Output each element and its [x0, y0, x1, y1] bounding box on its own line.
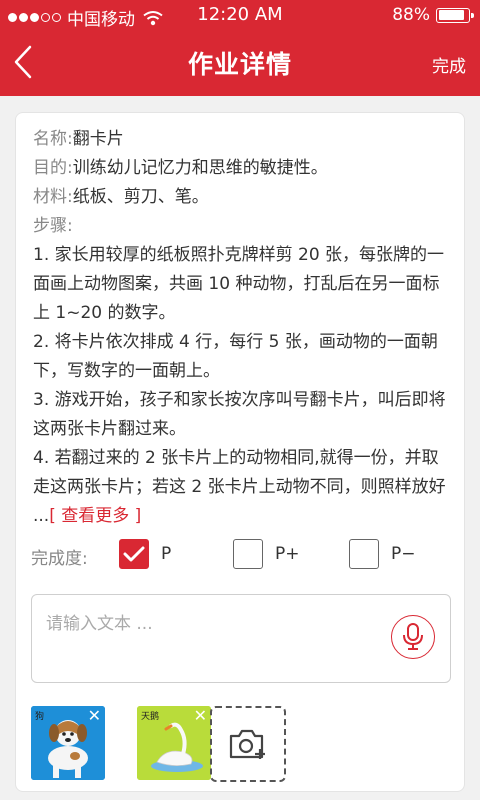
add-photo-button[interactable] — [210, 706, 286, 782]
checkbox-p-plus[interactable] — [233, 539, 263, 569]
done-button[interactable]: 完成 — [432, 52, 466, 77]
photo-thumbnail-dog[interactable]: 狗 ✕ — [31, 706, 105, 780]
material-value: 纸板、剪刀、笔。 — [72, 187, 209, 207]
name-label: 名称: — [33, 129, 73, 149]
option-label-p-plus: P+ — [275, 544, 300, 564]
camera-add-icon — [229, 729, 265, 759]
comment-input[interactable] — [46, 609, 386, 669]
page-title: 作业详情 — [187, 50, 292, 79]
option-label-p: P — [161, 544, 172, 564]
photo-caption-dog: 狗 — [35, 712, 45, 722]
completion-option-p-minus[interactable]: P− — [349, 539, 416, 569]
material-label: 材料: — [33, 187, 73, 207]
microphone-button[interactable] — [391, 615, 435, 659]
goal-row: 目的:训练幼儿记忆力和思维的敏捷性。 — [33, 154, 453, 183]
name-value: 翻卡片 — [72, 129, 124, 149]
top-bar: 中国移动 12:20 AM 88% 作业详情 完成 — [0, 0, 480, 96]
option-label-p-minus: P− — [391, 544, 416, 564]
homework-detail-card: 名称:翻卡片 目的:训练幼儿记忆力和思维的敏捷性。 材料:纸板、剪刀、笔。 步骤… — [15, 112, 465, 792]
steps-text: 1. 家长用较厚的纸板照扑克牌样剪 20 张，每张牌的一面画上动物图案，共画 1… — [33, 245, 446, 526]
completion-option-p[interactable]: P — [119, 539, 171, 569]
text-input-box — [31, 594, 451, 683]
battery-icon — [436, 7, 474, 23]
material-row: 材料:纸板、剪刀、笔。 — [33, 183, 453, 212]
checkbox-p[interactable] — [119, 539, 149, 569]
remove-photo-button[interactable]: ✕ — [194, 708, 207, 724]
status-right: 88% — [392, 5, 474, 25]
detail-content: 名称:翻卡片 目的:训练幼儿记忆力和思维的敏捷性。 材料:纸板、剪刀、笔。 步骤… — [33, 125, 453, 531]
remove-photo-button[interactable]: ✕ — [88, 708, 101, 724]
checkmark-icon — [123, 546, 145, 562]
goal-value: 训练幼儿记忆力和思维的敏捷性。 — [72, 158, 328, 178]
name-row: 名称:翻卡片 — [33, 125, 453, 154]
steps-block: 1. 家长用较厚的纸板照扑克牌样剪 20 张，每张牌的一面画上动物图案，共画 1… — [33, 241, 453, 531]
view-more-link[interactable]: [ 查看更多 ] — [49, 506, 141, 526]
completion-row: 完成度: P P+ P− — [31, 539, 451, 573]
completion-option-p-plus[interactable]: P+ — [233, 539, 300, 569]
photo-thumbnail-swan[interactable]: 天鹅 ✕ — [137, 706, 211, 780]
steps-label: 步骤: — [33, 216, 73, 236]
battery-percent: 88% — [392, 5, 430, 25]
checkbox-p-minus[interactable] — [349, 539, 379, 569]
status-bar: 中国移动 12:20 AM 88% — [0, 0, 480, 30]
completion-label: 完成度: — [31, 549, 88, 569]
goal-label: 目的: — [33, 158, 73, 178]
microphone-icon — [403, 623, 423, 650]
photo-caption-swan: 天鹅 — [141, 712, 160, 722]
